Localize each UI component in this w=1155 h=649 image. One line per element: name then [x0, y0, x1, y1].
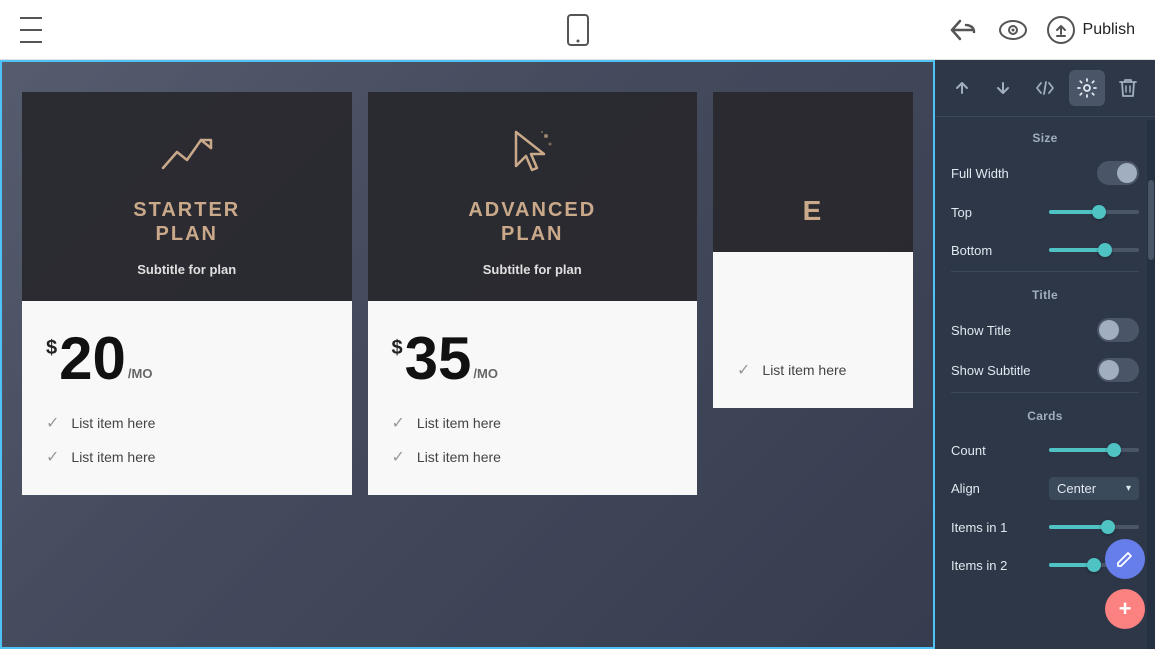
topbar-center [562, 14, 594, 46]
list-item: ✓List item here [392, 447, 674, 467]
publish-button[interactable]: Publish [1047, 16, 1135, 44]
advanced-dollar: $ [392, 337, 403, 360]
back-icon[interactable] [947, 14, 979, 46]
plus-icon: + [1119, 598, 1132, 620]
card-body-advanced: $ 35 /MO ✓List item here ✓List item here [368, 301, 698, 495]
check-icon: ✓ [392, 413, 405, 433]
fab-container: + [1105, 539, 1145, 629]
pricing-card-enterprise: E ✓List item here [713, 92, 913, 408]
enterprise-list: ✓List item here [737, 360, 889, 380]
advanced-title: ADVANCEDPLAN [468, 198, 596, 246]
publish-label: Publish [1083, 21, 1135, 39]
count-slider[interactable] [1049, 448, 1139, 452]
top-row: Top [935, 193, 1155, 231]
starter-dollar: $ [46, 337, 57, 360]
full-width-label: Full Width [951, 166, 1009, 181]
count-label: Count [951, 443, 986, 458]
add-fab-button[interactable]: + [1105, 589, 1145, 629]
section-divider [951, 271, 1139, 272]
cards-section-title: Cards [935, 395, 1155, 431]
starter-icon [157, 122, 217, 182]
list-item: ✓List item here [46, 447, 328, 467]
advanced-list: ✓List item here ✓List item here [392, 413, 674, 467]
size-section-title: Size [935, 117, 1155, 153]
edit-fab-button[interactable] [1105, 539, 1145, 579]
eye-preview-icon[interactable] [997, 14, 1029, 46]
advanced-icon [502, 122, 562, 182]
items-in-2-label: Items in 2 [951, 558, 1007, 573]
advanced-price: $ 35 /MO [392, 329, 674, 389]
card-header-enterprise: E [713, 92, 913, 252]
edit-icon [1116, 550, 1134, 568]
advanced-period: /MO [473, 366, 498, 381]
section-divider-2 [951, 392, 1139, 393]
items-in-1-slider[interactable] [1049, 525, 1139, 529]
items-in-1-label: Items in 1 [951, 520, 1007, 535]
panel-toolbar [935, 60, 1155, 117]
bottom-label: Bottom [951, 243, 992, 258]
top-label: Top [951, 205, 972, 220]
card-header-starter: STARTERPLAN Subtitle for plan [22, 92, 352, 301]
code-button[interactable] [1027, 70, 1063, 106]
check-icon: ✓ [392, 447, 405, 467]
card-body-starter: $ 20 /MO ✓List item here ✓List item here [22, 301, 352, 495]
canvas-background: STARTERPLAN Subtitle for plan $ 20 /MO ✓… [2, 62, 933, 647]
bottom-slider[interactable] [1049, 248, 1139, 252]
starter-amount: 20 [59, 329, 126, 389]
topbar: Publish [0, 0, 1155, 60]
show-subtitle-row: Show Subtitle [935, 350, 1155, 390]
move-down-button[interactable] [985, 70, 1021, 106]
card-header-advanced: ADVANCEDPLAN Subtitle for plan [368, 92, 698, 301]
full-width-toggle[interactable] [1097, 161, 1139, 185]
advanced-amount: 35 [405, 329, 472, 389]
list-item: ✓List item here [46, 413, 328, 433]
panel-scrollbar[interactable] [1147, 120, 1155, 649]
show-title-row: Show Title [935, 310, 1155, 350]
move-up-button[interactable] [944, 70, 980, 106]
full-width-row: Full Width [935, 153, 1155, 193]
starter-list: ✓List item here ✓List item here [46, 413, 328, 467]
card-body-enterprise: ✓List item here [713, 252, 913, 408]
publish-upload-icon [1047, 16, 1075, 44]
side-panel: Size Full Width Top Bottom [935, 60, 1155, 649]
starter-price: $ 20 /MO [46, 329, 328, 389]
settings-button[interactable] [1069, 70, 1105, 106]
check-icon: ✓ [46, 447, 59, 467]
align-chevron-icon: ▾ [1126, 483, 1131, 494]
align-select[interactable]: Center ▾ [1049, 477, 1139, 500]
top-slider[interactable] [1049, 210, 1139, 214]
advanced-subtitle: Subtitle for plan [483, 262, 582, 277]
panel-scrollbar-thumb [1148, 180, 1154, 260]
starter-title: STARTERPLAN [133, 198, 240, 246]
show-title-toggle[interactable] [1097, 318, 1139, 342]
topbar-left [20, 14, 42, 46]
align-select-value: Center [1057, 481, 1096, 496]
starter-subtitle: Subtitle for plan [137, 262, 236, 277]
show-subtitle-label: Show Subtitle [951, 363, 1031, 378]
pricing-card-advanced: ADVANCEDPLAN Subtitle for plan $ 35 /MO … [368, 92, 698, 495]
canvas: STARTERPLAN Subtitle for plan $ 20 /MO ✓… [0, 60, 935, 649]
align-row: Align Center ▾ [935, 469, 1155, 508]
show-subtitle-toggle[interactable] [1097, 358, 1139, 382]
hamburger-menu[interactable] [20, 14, 42, 46]
show-title-label: Show Title [951, 323, 1011, 338]
device-preview-icon[interactable] [562, 14, 594, 46]
enterprise-icon [783, 122, 843, 178]
main-area: STARTERPLAN Subtitle for plan $ 20 /MO ✓… [0, 60, 1155, 649]
align-label: Align [951, 481, 980, 496]
check-icon: ✓ [46, 413, 59, 433]
list-item: ✓List item here [392, 413, 674, 433]
enterprise-title: E [803, 194, 824, 228]
starter-period: /MO [128, 366, 153, 381]
topbar-right: Publish [947, 14, 1135, 46]
check-icon: ✓ [737, 360, 750, 380]
pricing-card-starter: STARTERPLAN Subtitle for plan $ 20 /MO ✓… [22, 92, 352, 495]
count-row: Count [935, 431, 1155, 469]
title-section-title: Title [935, 274, 1155, 310]
bottom-row: Bottom [935, 231, 1155, 269]
list-item: ✓List item here [737, 360, 889, 380]
delete-button[interactable] [1110, 70, 1146, 106]
